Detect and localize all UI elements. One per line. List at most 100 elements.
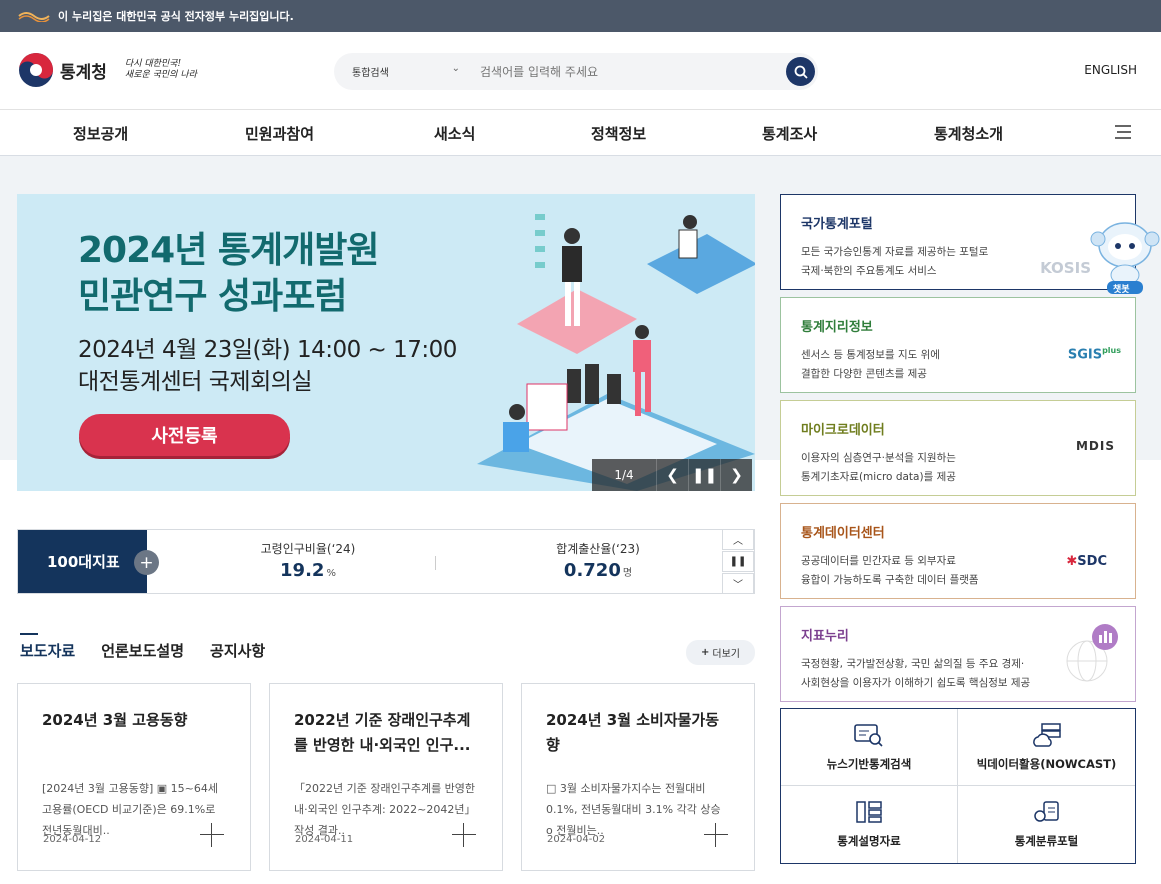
slogan-line1: 다시 대한민국! bbox=[124, 59, 182, 69]
nav-item-policy[interactable]: 정책정보 bbox=[591, 123, 646, 144]
news-card-body: [2024년 3월 고용동향] ▣ 15~64세 고용률(OECD 비교기준)은… bbox=[42, 782, 219, 837]
pause-icon: ❚❚ bbox=[691, 466, 718, 484]
chevron-up-icon: ︿ bbox=[733, 536, 743, 547]
news-card-title: 2022년 기준 장래인구추계를 반영한 내·외국인 인구... bbox=[294, 711, 471, 754]
register-button[interactable]: 사전등록 bbox=[79, 414, 290, 456]
gov-mark-icon bbox=[18, 12, 50, 22]
service-kosis[interactable]: 국가통계포털 모든 국가승인통계 자료를 제공하는 포털로 국제·북한의 주요통계… bbox=[780, 194, 1136, 290]
quick-link-label: 뉴스기반통계검색 bbox=[826, 756, 912, 771]
quick-link-classification[interactable]: 통계분류포털 bbox=[958, 786, 1135, 863]
indicator-pause-button[interactable]: ❚❚ bbox=[722, 551, 754, 572]
indicator-label-text: 100대지표 bbox=[47, 553, 120, 571]
mdis-logo: MDIS bbox=[1075, 439, 1115, 453]
quick-link-label: 빅데이터활용(NOWCAST) bbox=[976, 756, 1117, 771]
chevron-left-icon: ❮ bbox=[666, 466, 679, 484]
nav-item-civil[interactable]: 민원과참여 bbox=[245, 123, 314, 144]
nav-item-info[interactable]: 정보공개 bbox=[73, 123, 128, 144]
service-title: 마이크로데이터 bbox=[801, 423, 885, 438]
search-input[interactable] bbox=[480, 64, 770, 79]
banner-title-line2: 민관연구 성과포럼 bbox=[78, 276, 348, 317]
service-desc-line2: 결합한 다양한 콘텐츠를 제공 bbox=[801, 368, 927, 380]
news-card[interactable]: 2022년 기준 장래인구추계를 반영한 내·외국인 인구... 「2022년 … bbox=[269, 683, 503, 871]
more-button[interactable]: + 더보기 bbox=[686, 640, 755, 665]
quick-link-bigdata[interactable]: 빅데이터활용(NOWCAST) bbox=[958, 709, 1135, 786]
news-card-title: 2024년 3월 소비자물가동향 bbox=[546, 711, 720, 754]
banner-title: 2024년 통계개발원 민관연구 성과포럼 bbox=[78, 228, 379, 320]
search-icon bbox=[794, 65, 808, 79]
gov-banner-text: 이 누리집은 대한민국 공식 전자정부 누리집입니다. bbox=[58, 10, 294, 23]
quick-links: 뉴스기반통계검색 빅데이터활용(NOWCAST) 통계설명자료 통계분류포털 bbox=[780, 708, 1136, 864]
sgis-logo: SGISplus bbox=[1068, 346, 1121, 362]
more-label: 더보기 bbox=[712, 649, 740, 660]
nav-item-news[interactable]: 새소식 bbox=[434, 123, 475, 144]
service-title: 국가통계포털 bbox=[801, 217, 873, 232]
indicator-item: 합계출산율(‘23) 0.720 명 bbox=[513, 540, 683, 581]
tab-notices[interactable]: 공지사항 bbox=[210, 640, 265, 661]
quick-link-label: 통계설명자료 bbox=[837, 834, 901, 848]
chevron-down-icon: ﹀ bbox=[733, 580, 743, 591]
banner-pause-button[interactable]: ❚❚ bbox=[688, 459, 720, 491]
gov-banner: 이 누리집은 대한민국 공식 전자정부 누리집입니다. bbox=[0, 0, 1161, 32]
news-card-date: 2024-04-02 bbox=[547, 834, 606, 845]
service-title: 통계데이터센터 bbox=[801, 526, 885, 541]
indicator-unit: % bbox=[326, 568, 336, 579]
indicator-value: 19.2 bbox=[280, 560, 325, 581]
banner-next-button[interactable]: ❯ bbox=[720, 459, 752, 491]
hero-banner[interactable]: 2024년 통계개발원 민관연구 성과포럼 2024년 4월 23일(화) 14… bbox=[17, 194, 755, 491]
news-tabs: 보도자료 언론보도설명 공지사항 bbox=[20, 633, 291, 661]
service-mdis[interactable]: 마이크로데이터 이용자의 심층연구·분석을 지원하는통계기초자료(micro d… bbox=[780, 400, 1136, 496]
news-card[interactable]: 2024년 3월 고용동향 [2024년 3월 고용동향] ▣ 15~64세 고… bbox=[17, 683, 251, 871]
quick-link-descriptions[interactable]: 통계설명자료 bbox=[781, 786, 958, 863]
search-button[interactable] bbox=[786, 57, 815, 86]
sdc-logo: ✱SDC bbox=[1066, 554, 1107, 569]
chevron-right-icon: ❯ bbox=[730, 466, 743, 484]
pause-icon: ❚❚ bbox=[729, 556, 747, 567]
document-list-icon bbox=[856, 801, 882, 823]
english-link[interactable]: ENGLISH bbox=[1084, 63, 1137, 77]
nav-item-survey[interactable]: 통계조사 bbox=[762, 123, 817, 144]
service-title: 통계지리정보 bbox=[801, 320, 873, 335]
news-card[interactable]: 2024년 3월 소비자물가동향 □ 3월 소비자물가지수는 전월대비 0.1%… bbox=[521, 683, 755, 871]
agency-name: 통계청 bbox=[60, 62, 107, 83]
indicator-strip: 100대지표 + 고령인구비율(‘24) 19.2% 합계출산율(‘23) 0.… bbox=[17, 529, 755, 594]
menu-icon[interactable] bbox=[1115, 124, 1131, 140]
search-category-select[interactable]: 통합검색 ⌄ bbox=[352, 63, 464, 79]
sdc-logo-text: SDC bbox=[1077, 554, 1107, 569]
quick-link-label: 통계분류포털 bbox=[1014, 834, 1079, 848]
agency-logo[interactable]: 통계청 다시 대한민국! 새로운 국민의 나라 bbox=[18, 52, 197, 88]
indicator-name: 고령인구비율(‘24) bbox=[260, 542, 356, 556]
banner-illustration bbox=[477, 214, 755, 491]
banner-place: 대전통계센터 국제회의실 bbox=[78, 369, 313, 395]
tab-press-release[interactable]: 보도자료 bbox=[20, 633, 75, 661]
banner-prev-button[interactable]: ❮ bbox=[656, 459, 688, 491]
search-bar: 통합검색 ⌄ bbox=[334, 53, 818, 90]
quick-link-news-search[interactable]: 뉴스기반통계검색 bbox=[781, 709, 958, 786]
service-sdc[interactable]: 통계데이터센터 공공데이터를 민간자료 등 외부자료 융합이 가능하도록 구축한 … bbox=[780, 503, 1136, 599]
indicator-up-button[interactable]: ︿ bbox=[722, 529, 754, 550]
chevron-down-icon: ⌄ bbox=[451, 63, 460, 74]
chatbot-button[interactable]: 챗봇 bbox=[1090, 215, 1160, 295]
slogan: 다시 대한민국! 새로운 국민의 나라 bbox=[125, 59, 197, 81]
tab-press-explanation[interactable]: 언론보도설명 bbox=[101, 640, 184, 661]
indicator-down-button[interactable]: ﹀ bbox=[722, 573, 754, 594]
sgis-logo-suffix: plus bbox=[1102, 346, 1121, 355]
chatbot-label: 챗봇 bbox=[1113, 285, 1130, 295]
service-desc-line1: 이용자의 심층연구·분석을 지원하는 bbox=[801, 452, 956, 464]
banner-date: 2024년 4월 23일(화) 14:00 ~ 17:00 bbox=[78, 337, 457, 363]
plus-icon: + bbox=[701, 647, 710, 658]
service-sgis[interactable]: 통계지리정보 센서스 등 통계정보를 지도 위에 결합한 다양한 콘텐츠를 제공 … bbox=[780, 297, 1136, 393]
news-card-body: □ 3월 소비자물가지수는 전월대비 0.1%, 전년동월대비 3.1% 각각 … bbox=[546, 782, 721, 837]
service-desc-line2: 융합이 가능하도록 구축한 데이터 플랫폼 bbox=[801, 574, 979, 586]
indicator-more-button[interactable]: + bbox=[134, 550, 159, 575]
plus-icon bbox=[452, 823, 476, 847]
service-index[interactable]: 지표누리 국정현황, 국가발전상황, 국민 삶의질 등 주요 경제· 사회현상을 … bbox=[780, 606, 1136, 702]
kosis-logo: KOSIS bbox=[1040, 259, 1091, 277]
service-desc-line2: 통계기초자료(micro data)를 제공 bbox=[801, 471, 956, 483]
sdc-star-icon: ✱ bbox=[1066, 554, 1078, 569]
indicator-value: 0.720 bbox=[563, 560, 621, 581]
banner-details: 2024년 4월 23일(화) 14:00 ~ 17:00 대전통계센터 국제회… bbox=[78, 334, 457, 398]
sgis-logo-text: SGIS bbox=[1067, 347, 1103, 363]
news-search-icon bbox=[854, 723, 883, 747]
header: 통계청 다시 대한민국! 새로운 국민의 나라 통합검색 ⌄ ENGLISH bbox=[0, 32, 1161, 110]
nav-item-about[interactable]: 통계청소개 bbox=[934, 123, 1003, 144]
